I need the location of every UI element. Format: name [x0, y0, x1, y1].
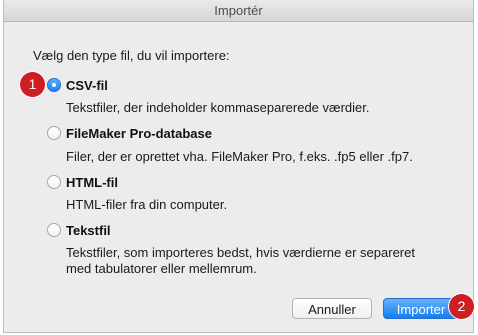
radio-filemaker[interactable]: [47, 126, 61, 140]
option-filemaker-description: Filer, der er oprettet vha. FileMaker Pr…: [66, 149, 413, 164]
cancel-button[interactable]: Annuller: [292, 298, 372, 319]
option-filemaker-label: FileMaker Pro-database: [66, 125, 212, 141]
option-html[interactable]: HTML-fil: [47, 173, 118, 191]
option-text[interactable]: Tekstfil: [47, 221, 111, 239]
option-csv[interactable]: CSV-fil: [47, 76, 108, 94]
option-csv-description: Tekstfiler, der indeholder kommaseparere…: [66, 100, 370, 115]
import-button[interactable]: Importer: [383, 298, 459, 319]
option-html-label: HTML-fil: [66, 174, 118, 190]
callout-badge-2: 2: [449, 294, 474, 319]
callout-badge-1: 1: [20, 72, 45, 97]
option-html-description: HTML-filer fra din computer.: [66, 197, 228, 212]
radio-html[interactable]: [47, 175, 61, 189]
option-filemaker[interactable]: FileMaker Pro-database: [47, 124, 212, 142]
import-dialog: Importér Vælg den type fil, du vil impor…: [3, 0, 474, 333]
radio-text[interactable]: [47, 223, 61, 237]
dialog-title: Importér: [4, 0, 473, 22]
option-text-description-line-1: Tekstfiler, som importeres bedst, hvis v…: [66, 245, 415, 260]
option-text-description-line-2: med tabulatorer eller mellemrum.: [66, 261, 257, 276]
option-text-label: Tekstfil: [66, 222, 111, 238]
option-csv-label: CSV-fil: [66, 77, 108, 93]
radio-csv[interactable]: [47, 78, 61, 92]
dialog-prompt: Vælg den type fil, du vil importere:: [33, 48, 230, 63]
option-text-description: Tekstfiler, som importeres bedst, hvis v…: [66, 245, 466, 277]
